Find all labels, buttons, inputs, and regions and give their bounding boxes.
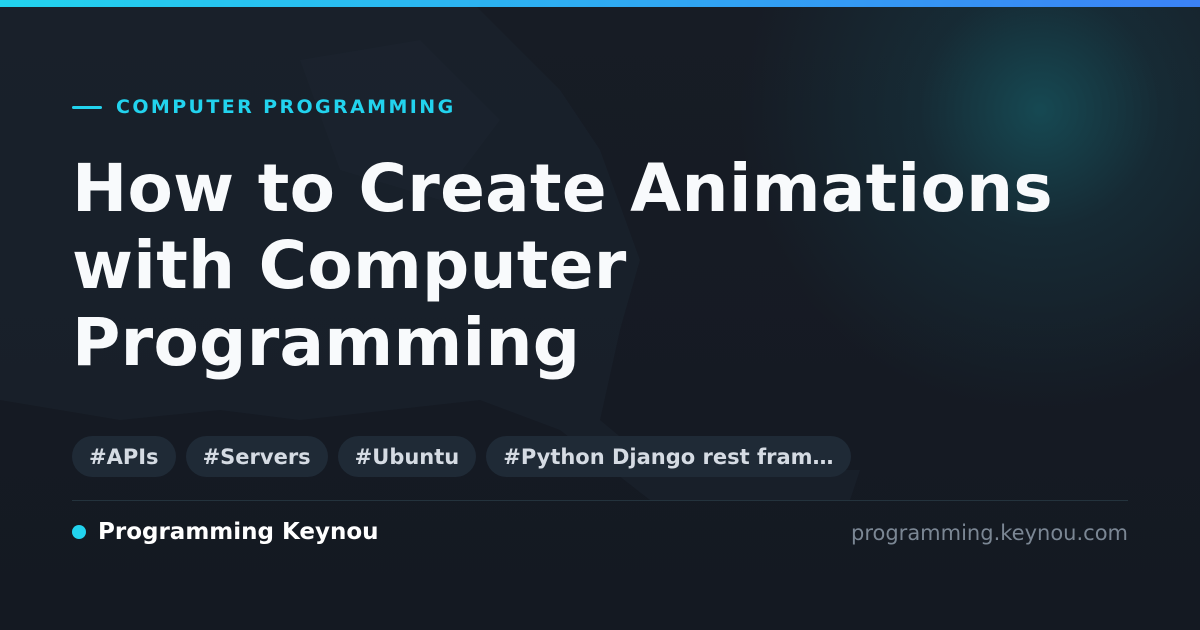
brand-name: Programming Keynou xyxy=(98,519,379,545)
site-domain[interactable]: programming.keynou.com xyxy=(851,521,1128,545)
title-line-2: with Computer xyxy=(72,227,627,304)
article-title: How to Create Animations with Computer P… xyxy=(72,150,1132,381)
top-accent-bar xyxy=(0,0,1200,7)
title-line-1: How to Create Animations xyxy=(72,150,1053,227)
footer-divider xyxy=(72,500,1128,501)
tag-python-django[interactable]: #Python Django rest fram… xyxy=(486,436,851,477)
tag-servers[interactable]: #Servers xyxy=(185,436,328,477)
brand[interactable]: Programming Keynou xyxy=(72,519,379,545)
category-label: COMPUTER PROGRAMMING xyxy=(72,96,456,118)
category-line-icon xyxy=(72,105,102,109)
tag-list: #APIs #Servers #Ubuntu #Python Django re… xyxy=(72,436,851,477)
tag-ubuntu[interactable]: #Ubuntu xyxy=(337,436,477,477)
tag-apis[interactable]: #APIs xyxy=(72,436,176,477)
title-line-3: Programming xyxy=(72,304,581,381)
dot-icon xyxy=(72,525,86,539)
category-text: COMPUTER PROGRAMMING xyxy=(116,96,456,118)
